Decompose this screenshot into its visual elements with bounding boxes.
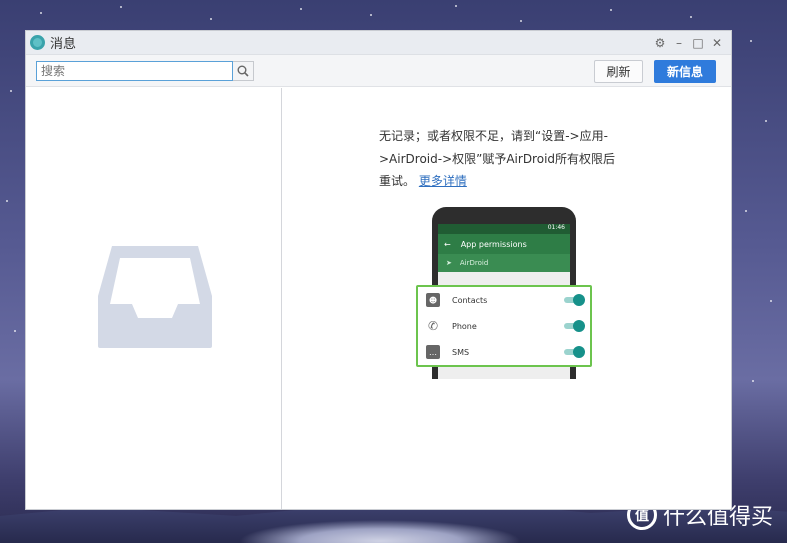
permission-hint-text: 无记录；或者权限不足，请到“设置->应用->AirDroid->权限”赋予Air… <box>379 129 616 188</box>
permission-label: SMS <box>452 347 470 357</box>
maximize-icon[interactable]: □ <box>692 37 704 49</box>
permissions-card: ☻ Contacts ✆ Phone … SMS <box>416 285 592 367</box>
list-item: ✆ Phone <box>418 313 590 339</box>
app-bar-title: App permissions <box>460 239 527 249</box>
app-bar: ← App permissions <box>438 234 570 254</box>
search-input[interactable] <box>36 60 233 81</box>
list-item: ☻ Contacts <box>418 287 590 313</box>
airdroid-logo-icon: ➤ <box>446 259 452 267</box>
list-item: … SMS <box>418 339 590 365</box>
contacts-icon: ☻ <box>426 293 440 307</box>
toolbar: 刷新 新信息 <box>26 55 731 87</box>
airdroid-app-icon <box>30 35 45 50</box>
phone-icon: ✆ <box>427 319 439 333</box>
back-arrow-icon: ← <box>444 239 451 249</box>
sms-icon: … <box>426 345 440 359</box>
message-detail-pane: 无记录；或者权限不足，请到“设置->应用->AirDroid->权限”赋予Air… <box>283 88 731 509</box>
permission-toggle <box>564 294 585 306</box>
app-name: AirDroid <box>459 259 489 267</box>
conversation-list <box>26 88 282 509</box>
new-message-button[interactable]: 新信息 <box>654 60 716 83</box>
gear-icon[interactable]: ⚙ <box>654 37 666 49</box>
messages-window: 消息 ⚙ – □ ✕ 刷新 新信息 无记录；或者权限不足，请到“设置->应用->… <box>25 30 732 510</box>
refresh-button[interactable]: 刷新 <box>594 60 643 83</box>
empty-inbox-icon <box>98 246 212 348</box>
status-bar: 01:46 <box>438 224 570 234</box>
permission-label: Contacts <box>452 295 488 305</box>
permission-toggle <box>564 320 585 332</box>
app-name-row: ➤ AirDroid <box>438 254 570 272</box>
window-controls: ⚙ – □ ✕ <box>654 37 723 49</box>
permissions-illustration: 01:46 ← App permissions ➤ AirDroid ☻ Con… <box>416 207 592 379</box>
permission-label: Phone <box>452 321 477 331</box>
empty-state-message: 无记录；或者权限不足，请到“设置->应用->AirDroid->权限”赋予Air… <box>379 125 619 193</box>
window-title: 消息 <box>50 37 77 52</box>
search-icon <box>237 65 249 77</box>
permission-toggle <box>564 346 585 358</box>
minimize-icon[interactable]: – <box>673 37 685 49</box>
close-icon[interactable]: ✕ <box>711 37 723 49</box>
more-details-link[interactable]: 更多详情 <box>419 174 467 188</box>
title-bar[interactable]: 消息 ⚙ – □ ✕ <box>26 31 731 55</box>
search-button[interactable] <box>233 60 254 81</box>
